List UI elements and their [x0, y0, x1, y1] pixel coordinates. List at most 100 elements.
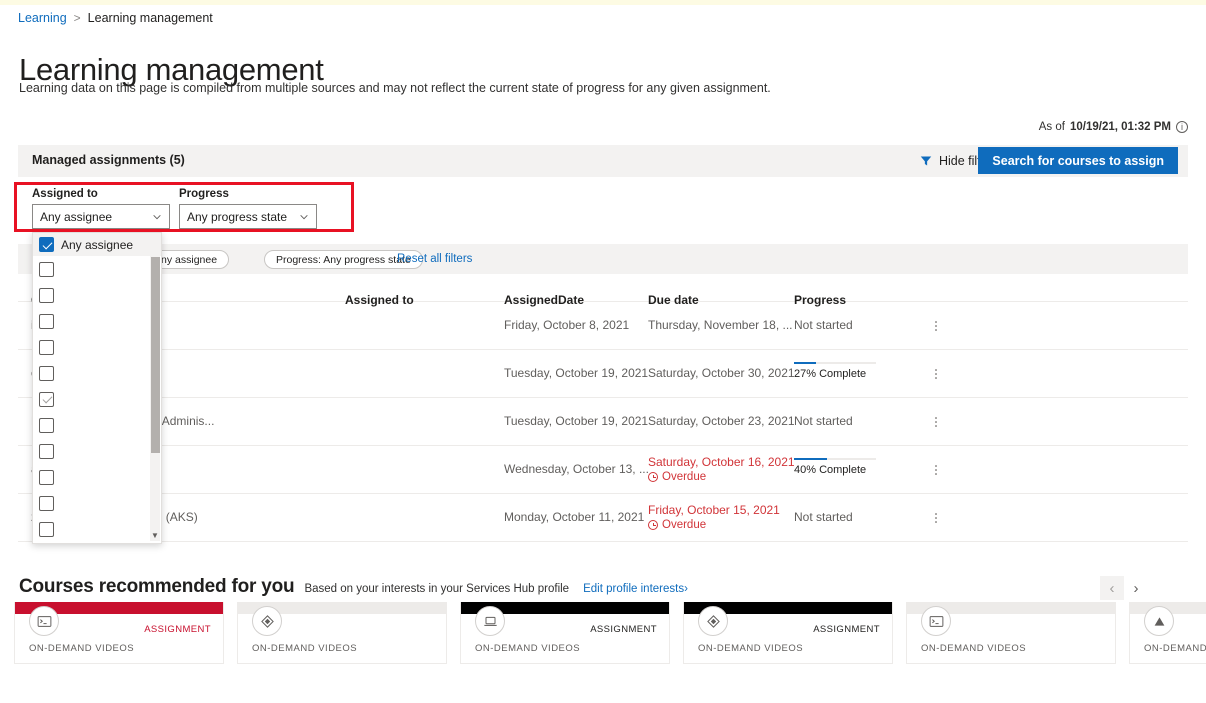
assigned-to-value: Any assignee: [40, 209, 113, 224]
table-row[interactable]: Manager: Concepts and Adminis...Tuesday,…: [18, 398, 1188, 446]
dropdown-scrollbar-thumb[interactable]: [151, 257, 160, 453]
cell-progress: 27% Complete: [794, 362, 876, 380]
search-for-courses-button[interactable]: Search for courses to assign: [978, 147, 1178, 174]
checkbox-unchecked-icon[interactable]: [39, 495, 54, 511]
progress-track: [794, 458, 876, 460]
checkbox-unchecked-icon[interactable]: [39, 417, 54, 433]
overdue-badge: Overdue: [648, 471, 795, 483]
cell-assigned-date: Wednesday, October 13, ...: [504, 462, 649, 476]
row-actions-menu-icon[interactable]: [928, 460, 944, 480]
dropdown-option-blank[interactable]: [33, 438, 161, 464]
breadcrumb: Learning > Learning management: [18, 10, 213, 26]
clock-icon: [648, 520, 658, 530]
cell-assigned-date: Tuesday, October 19, 2021: [504, 366, 649, 380]
progress-label: Progress: [179, 188, 229, 200]
diamond-icon: [252, 606, 282, 636]
course-card[interactable]: ON-DEMAND VIDEOS: [906, 602, 1116, 664]
dropdown-option-blank[interactable]: [33, 490, 161, 516]
progress-value: Any progress state: [187, 209, 288, 224]
filter-assigned-to: Assigned to Any assignee: [32, 188, 170, 229]
progress-label: 27% Complete: [794, 368, 867, 380]
cell-due-date: Saturday, October 30, 2021: [648, 366, 795, 380]
edit-profile-interests-link[interactable]: Edit profile interests›: [583, 583, 688, 595]
checkbox-partial-icon[interactable]: [39, 391, 54, 407]
cell-progress: 40% Complete: [794, 458, 876, 476]
assignment-tag: ASSIGNMENT: [813, 624, 880, 635]
card-content-type: ON-DEMAND VIDEOS: [29, 643, 135, 654]
breadcrumb-separator-icon: >: [73, 11, 81, 25]
dropdown-option-blank[interactable]: [33, 282, 161, 308]
card-content-type: ON-DEMAND VIDEOS: [252, 643, 358, 654]
dropdown-option-blank[interactable]: [33, 386, 161, 412]
dropdown-option-blank[interactable]: [33, 256, 161, 282]
checkbox-unchecked-icon[interactable]: [39, 313, 54, 329]
reset-all-filters-link[interactable]: Reset all filters: [397, 253, 472, 265]
dropdown-option-blank[interactable]: [33, 308, 161, 334]
dropdown-option-any-assignee[interactable]: Any assignee: [33, 233, 161, 256]
cell-assigned-date: Friday, October 8, 2021: [504, 318, 630, 332]
checkbox-checked-icon[interactable]: [39, 237, 54, 252]
row-actions-menu-icon[interactable]: [928, 412, 944, 432]
as-of-value: 10/19/21, 01:32 PM: [1069, 121, 1171, 133]
filters-panel: Assigned to Any assignee Progress Any pr…: [18, 177, 1188, 244]
course-card[interactable]: ON-DEMAND VIDE: [1129, 602, 1206, 664]
course-card[interactable]: ASSIGNMENT ON-DEMAND VIDEOS: [683, 602, 893, 664]
diamond-icon: [698, 606, 728, 636]
dropdown-option-blank[interactable]: [33, 464, 161, 490]
row-actions-menu-icon[interactable]: [928, 364, 944, 384]
table-header-row: Course Assigned to AssignedDate Due date…: [18, 274, 1188, 307]
breadcrumb-current: Learning management: [87, 11, 213, 25]
checkbox-unchecked-icon[interactable]: [39, 365, 54, 381]
recommended-cards: ASSIGNMENT ON-DEMAND VIDEOS ON-DEMAND VIDE…: [14, 602, 1206, 664]
due-date-text: Friday, October 15, 2021: [648, 503, 780, 517]
as-of-prefix: As of: [1038, 121, 1065, 133]
assigned-to-dropdown[interactable]: Any assignee: [32, 204, 170, 229]
course-card[interactable]: ASSIGNMENT ON-DEMAND VIDEOS: [14, 602, 224, 664]
as-of-timestamp: As of 10/19/21, 01:32 PM i: [1039, 121, 1188, 133]
chevron-down-icon: [153, 214, 161, 219]
table-row[interactable]: ation SkillsWednesday, October 13, ...Sa…: [18, 446, 1188, 494]
progress-dropdown[interactable]: Any progress state: [179, 204, 317, 229]
card-content-type: ON-DEMAND VIDEOS: [475, 643, 581, 654]
carousel-nav: ‹ ›: [1100, 576, 1148, 600]
assignment-tag: ASSIGNMENT: [590, 624, 657, 635]
assigned-to-label: Assigned to: [32, 188, 98, 200]
cell-due-date: Saturday, October 16, 2021 Overdue: [648, 455, 795, 483]
overdue-label: Overdue: [662, 519, 707, 531]
dropdown-option-blank[interactable]: [33, 360, 161, 386]
row-actions-menu-icon[interactable]: [928, 316, 944, 336]
dropdown-option-blank[interactable]: [33, 334, 161, 360]
course-card[interactable]: ON-DEMAND VIDEOS: [237, 602, 447, 664]
checkbox-unchecked-icon[interactable]: [39, 469, 54, 485]
checkbox-unchecked-icon[interactable]: [39, 443, 54, 459]
dropdown-option-blank[interactable]: [33, 412, 161, 438]
checkbox-unchecked-icon[interactable]: [39, 287, 54, 303]
due-date-text: Saturday, October 16, 2021: [648, 455, 795, 469]
row-actions-menu-icon[interactable]: [928, 508, 944, 528]
progress-fill: [794, 362, 817, 364]
active-filter-pills: to: Any assignee Progress: Any progress …: [18, 244, 1188, 274]
command-bar: Managed assignments (5) Hide filters Sea…: [18, 145, 1188, 177]
cell-due-date: Saturday, October 23, 2021: [648, 414, 795, 428]
checkbox-unchecked-icon[interactable]: [39, 261, 54, 277]
terminal-icon: [29, 606, 59, 636]
assignee-dropdown-list[interactable]: Any assignee ▼: [32, 232, 162, 544]
carousel-next-button[interactable]: ›: [1124, 576, 1148, 600]
checkbox-unchecked-icon[interactable]: [39, 339, 54, 355]
dropdown-option-label: Any assignee: [61, 237, 134, 252]
course-card[interactable]: ASSIGNMENT ON-DEMAND VIDEOS: [460, 602, 670, 664]
chevron-down-icon[interactable]: ▼: [150, 530, 160, 541]
table-row[interactable]: zure Kubernetes Service (AKS)Monday, Oct…: [18, 494, 1188, 542]
info-icon[interactable]: i: [1176, 121, 1188, 133]
dropdown-option-blank[interactable]: [33, 516, 161, 542]
progress-label: 40% Complete: [794, 464, 867, 476]
overdue-label: Overdue: [662, 471, 707, 483]
checkbox-unchecked-icon[interactable]: [39, 521, 54, 537]
overdue-badge: Overdue: [648, 519, 780, 531]
table-row[interactable]: onnectTuesday, October 19, 2021Saturday,…: [18, 350, 1188, 398]
carousel-prev-button[interactable]: ‹: [1100, 576, 1124, 600]
table-row[interactable]: iateFriday, October 8, 2021Thursday, Nov…: [18, 302, 1188, 350]
breadcrumb-link-learning[interactable]: Learning: [18, 10, 67, 26]
page-subtitle: Learning data on this page is compiled f…: [19, 81, 771, 95]
recommended-title: Courses recommended for you: [19, 576, 295, 597]
